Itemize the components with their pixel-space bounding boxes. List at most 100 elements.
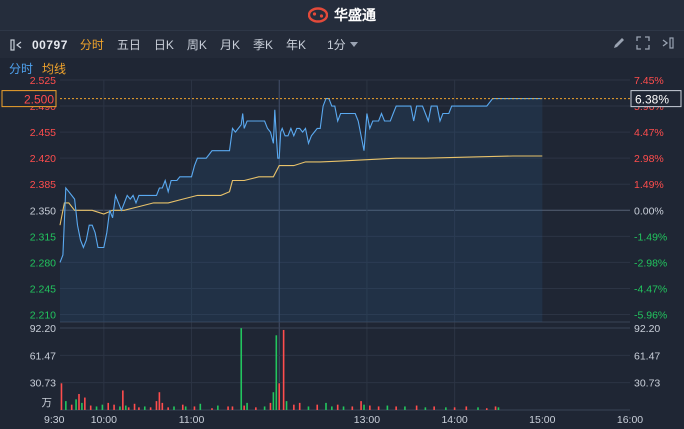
volume-bar <box>199 403 202 410</box>
intraday-chart[interactable]: 2.5257.45%2.4905.96%2.4554.47%2.4202.98%… <box>0 0 684 429</box>
volume-bar <box>119 406 121 410</box>
volume-bar <box>369 405 371 410</box>
price-tick-label: 2.280 <box>30 257 56 269</box>
price-tick-label: 2.315 <box>30 231 56 243</box>
volume-bar <box>149 407 152 410</box>
time-tick-label: 13:00 <box>354 414 380 426</box>
volume-panel <box>60 328 630 410</box>
volume-bar <box>307 406 310 410</box>
price-tick-label: 2.210 <box>30 310 56 322</box>
volume-bar <box>465 406 468 410</box>
percent-tick-label: 4.47% <box>634 127 664 139</box>
time-tick-label: 10:00 <box>91 414 117 426</box>
volume-bar <box>325 402 327 410</box>
volume-bar <box>282 329 285 410</box>
volume-bar <box>65 401 67 410</box>
volume-bar <box>89 405 92 410</box>
volume-bar <box>243 405 245 410</box>
volume-bar <box>351 406 354 410</box>
volume-bar <box>84 397 86 410</box>
volume-bar <box>331 406 333 410</box>
volume-tick-label: 30.73 <box>30 378 56 390</box>
volume-bar <box>143 406 146 410</box>
volume-unit-label: 万 <box>42 397 53 409</box>
volume-bar <box>336 404 339 410</box>
volume-bar <box>133 403 136 410</box>
volume-bar <box>377 406 380 410</box>
current-pct-label: 6.38% <box>635 93 669 107</box>
volume-bar <box>181 404 184 410</box>
volume-bar <box>107 402 110 410</box>
percent-tick-label: 1.49% <box>634 179 664 191</box>
volume-bar <box>445 407 447 410</box>
volume-bar <box>173 406 175 410</box>
volume-bar <box>360 401 362 410</box>
volume-bar <box>240 328 243 410</box>
price-tick-label: 2.350 <box>30 205 56 217</box>
volume-bar <box>363 404 365 410</box>
volume-bar <box>395 406 397 410</box>
stock-chart-app: 华盛通 00797 分时 五日 日K 周K 月K 季K 年K 1分 分时 均线 … <box>0 0 684 429</box>
time-tick-label: 16:00 <box>617 414 643 426</box>
volume-bar <box>70 404 73 410</box>
volume-bar <box>269 402 272 410</box>
volume-bar <box>275 335 278 410</box>
volume-bar <box>386 405 389 410</box>
volume-bar <box>278 383 281 410</box>
price-tick-label: 2.385 <box>30 179 56 191</box>
volume-bar <box>211 408 213 410</box>
volume-bar <box>298 402 301 410</box>
volume-bar <box>263 406 266 410</box>
volume-bar <box>342 406 345 410</box>
percent-tick-label: -4.47% <box>634 283 667 295</box>
price-tick-label: 2.525 <box>30 75 56 87</box>
volume-bar <box>246 402 248 410</box>
volume-bar <box>161 402 164 410</box>
percent-tick-label: 0.00% <box>634 205 664 217</box>
volume-bar <box>167 407 169 410</box>
volume-bar <box>155 401 158 410</box>
volume-bar <box>158 392 161 410</box>
volume-bar <box>75 399 77 410</box>
volume-tick-label-right: 61.47 <box>634 350 660 362</box>
percent-tick-label: -1.49% <box>634 231 667 243</box>
volume-bar <box>124 405 127 410</box>
volume-tick-label-right: 30.73 <box>634 378 660 390</box>
volume-bar <box>316 404 319 410</box>
volume-bar <box>122 390 124 410</box>
time-tick-label: 11:00 <box>179 414 205 426</box>
volume-bar <box>227 406 229 410</box>
volume-bar <box>453 407 456 410</box>
volume-bar <box>497 407 500 410</box>
percent-tick-label: -2.98% <box>634 257 667 269</box>
volume-bar <box>293 404 295 410</box>
volume-bar <box>272 392 275 410</box>
time-tick-label: 9:30 <box>44 414 65 426</box>
volume-bar <box>78 393 80 410</box>
volume-bar <box>113 404 115 410</box>
percent-tick-label: 7.45% <box>634 75 664 87</box>
time-tick-label: 15:00 <box>529 414 555 426</box>
volume-bar <box>477 407 479 410</box>
volume-bar <box>184 406 187 410</box>
volume-bar <box>433 406 435 410</box>
volume-bar <box>231 406 234 410</box>
price-tick-label: 2.245 <box>30 283 56 295</box>
percent-tick-label: 2.98% <box>634 153 664 165</box>
volume-bar <box>193 406 196 410</box>
volume-bar <box>81 402 83 410</box>
percent-tick-label: -5.96% <box>634 310 667 322</box>
volume-bar <box>138 407 140 410</box>
volume-bar <box>217 405 219 410</box>
volume-tick-label: 92.20 <box>30 323 56 335</box>
time-tick-label: 14:00 <box>441 414 467 426</box>
volume-bar <box>255 407 257 410</box>
volume-bar <box>404 406 406 410</box>
volume-bar <box>285 401 288 410</box>
price-tick-label: 2.420 <box>30 153 56 165</box>
volume-tick-label-right: 92.20 <box>634 323 660 335</box>
volume-tick-label: 61.47 <box>30 350 56 362</box>
volume-bar <box>60 383 63 410</box>
volume-bar <box>95 406 98 410</box>
volume-bar <box>415 405 418 410</box>
